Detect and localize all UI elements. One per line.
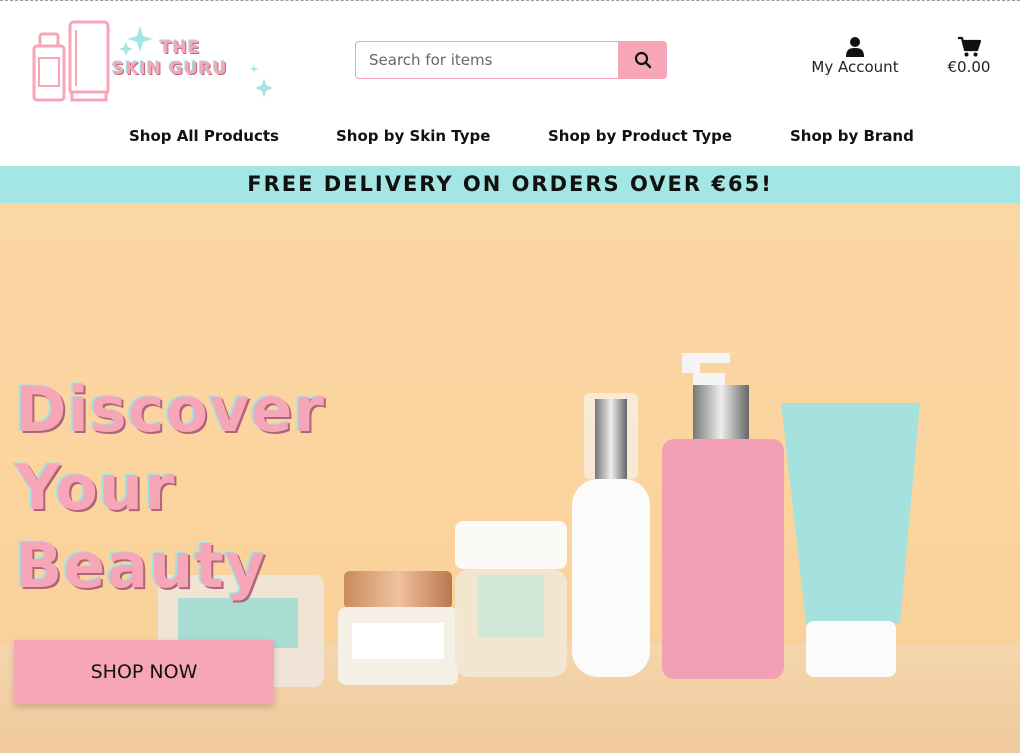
my-account-link[interactable]: My Account xyxy=(800,36,910,76)
page: THE SKIN GURU My Account xyxy=(0,0,1020,753)
logo-line-1: THE xyxy=(160,38,201,58)
top-border xyxy=(0,0,1020,2)
logo-text: THE SKIN GURU xyxy=(112,38,228,80)
site-logo[interactable]: THE SKIN GURU xyxy=(28,16,278,106)
my-account-label: My Account xyxy=(811,58,899,76)
nav-shop-by-skin-type[interactable]: Shop by Skin Type xyxy=(336,127,490,145)
nav-shop-by-brand[interactable]: Shop by Brand xyxy=(790,127,914,145)
search-icon xyxy=(634,51,651,69)
hero-title-line-3: Beauty xyxy=(15,529,267,602)
cart-icon xyxy=(940,36,998,58)
user-icon xyxy=(800,36,910,58)
hero-title-line-2: Your xyxy=(15,451,176,524)
nav-shop-by-product-type[interactable]: Shop by Product Type xyxy=(548,127,732,145)
promo-banner: FREE DELIVERY ON ORDERS OVER €65! xyxy=(0,166,1020,203)
nav-shop-all-products[interactable]: Shop All Products xyxy=(129,127,279,145)
hero-section: Discover Your Beauty SHOP NOW xyxy=(0,203,1020,753)
promo-text: FREE DELIVERY ON ORDERS OVER €65! xyxy=(247,172,773,196)
search-bar xyxy=(355,41,667,79)
shop-now-button[interactable]: SHOP NOW xyxy=(14,640,274,704)
hero-title: Discover Your Beauty xyxy=(15,371,395,605)
main-nav: Shop All Products Shop by Skin Type Shop… xyxy=(0,127,1020,149)
hero-title-line-1: Discover xyxy=(15,373,326,446)
logo-line-2: SKIN GURU xyxy=(112,59,228,79)
search-input[interactable] xyxy=(355,41,618,79)
cart-link[interactable]: €0.00 xyxy=(940,36,998,76)
cart-total: €0.00 xyxy=(947,58,991,76)
search-button[interactable] xyxy=(618,41,667,79)
